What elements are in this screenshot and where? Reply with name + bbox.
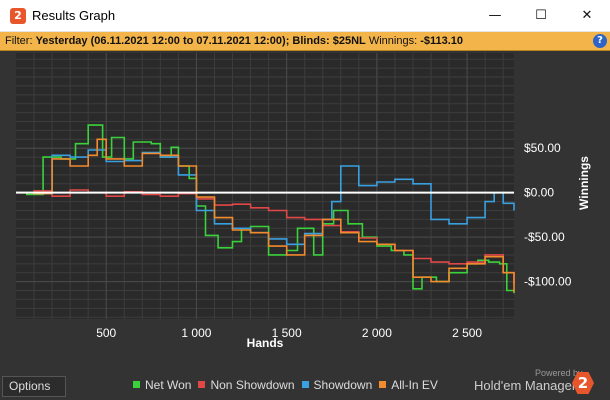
x-tick-label: 1 000 [181, 326, 211, 340]
legend-swatch [133, 381, 140, 388]
legend-swatch [198, 381, 206, 388]
legend-label: Showdown [313, 378, 373, 392]
app-logo-icon: 2 [10, 8, 26, 24]
filter-label: Filter: [5, 35, 36, 47]
window-title: Results Graph [32, 8, 116, 23]
legend-item-non-showdown[interactable]: Non Showdown [198, 378, 295, 392]
legend-label: All-In EV [391, 378, 438, 392]
help-icon[interactable]: ? [593, 34, 607, 48]
minimize-button[interactable]: — [472, 0, 518, 32]
y-axis-label: Winnings [577, 156, 591, 210]
filter-bar: Filter: Yesterday (06.11.2021 12:00 to 0… [0, 32, 610, 51]
x-axis-label: Hands [247, 336, 284, 350]
winnings-value: -$113.10 [420, 35, 464, 47]
y-tick-label: $50.00 [524, 141, 561, 155]
legend-swatch [301, 381, 309, 388]
options-label: Options [9, 379, 51, 393]
y-axis-ticks: $50.00 $0.00 -$50.00 -$100.00 [524, 141, 572, 288]
chart-legend: Net Won Non Showdown Showdown All-In EV [133, 378, 445, 394]
legend-item-net-won[interactable]: Net Won [133, 378, 191, 392]
y-tick-label: -$50.00 [524, 230, 565, 244]
legend-item-showdown[interactable]: Showdown [301, 378, 373, 392]
results-chart[interactable]: 500 1 000 1 500 2 000 2 500 $50.00$0.00-$50.… [0, 51, 610, 400]
winnings-label: Winnings: [365, 35, 421, 47]
filter-period: Yesterday (06.11.2021 12:00 to 07.11.202… [35, 35, 366, 47]
legend-swatch [379, 381, 387, 388]
y-tick-label: $0.00 [524, 186, 554, 200]
maximize-button[interactable]: ☐ [518, 0, 564, 32]
title-bar: 2 Results Graph — ☐ ✕ [0, 0, 610, 32]
legend-item-all-in-ev[interactable]: All-In EV [379, 378, 438, 392]
chart-grid [16, 53, 514, 319]
options-button[interactable]: Options [2, 376, 66, 397]
brand-name: Hold'em Manager [474, 378, 577, 393]
x-tick-label: 2 000 [362, 326, 392, 340]
y-tick-label: -$100.00 [524, 275, 572, 289]
plot-background [16, 53, 514, 319]
x-axis-ticks: 500 1 000 1 500 2 000 2 500 [96, 326, 482, 340]
x-tick-label: 2 500 [452, 326, 482, 340]
legend-label: Net Won [145, 378, 192, 392]
close-button[interactable]: ✕ [564, 0, 610, 32]
legend-label: Non Showdown [210, 378, 295, 392]
chart-area: 500 1 000 1 500 2 000 2 500 $50.00 $0.00 -$50.… [0, 51, 610, 400]
x-tick-label: 500 [96, 326, 116, 340]
